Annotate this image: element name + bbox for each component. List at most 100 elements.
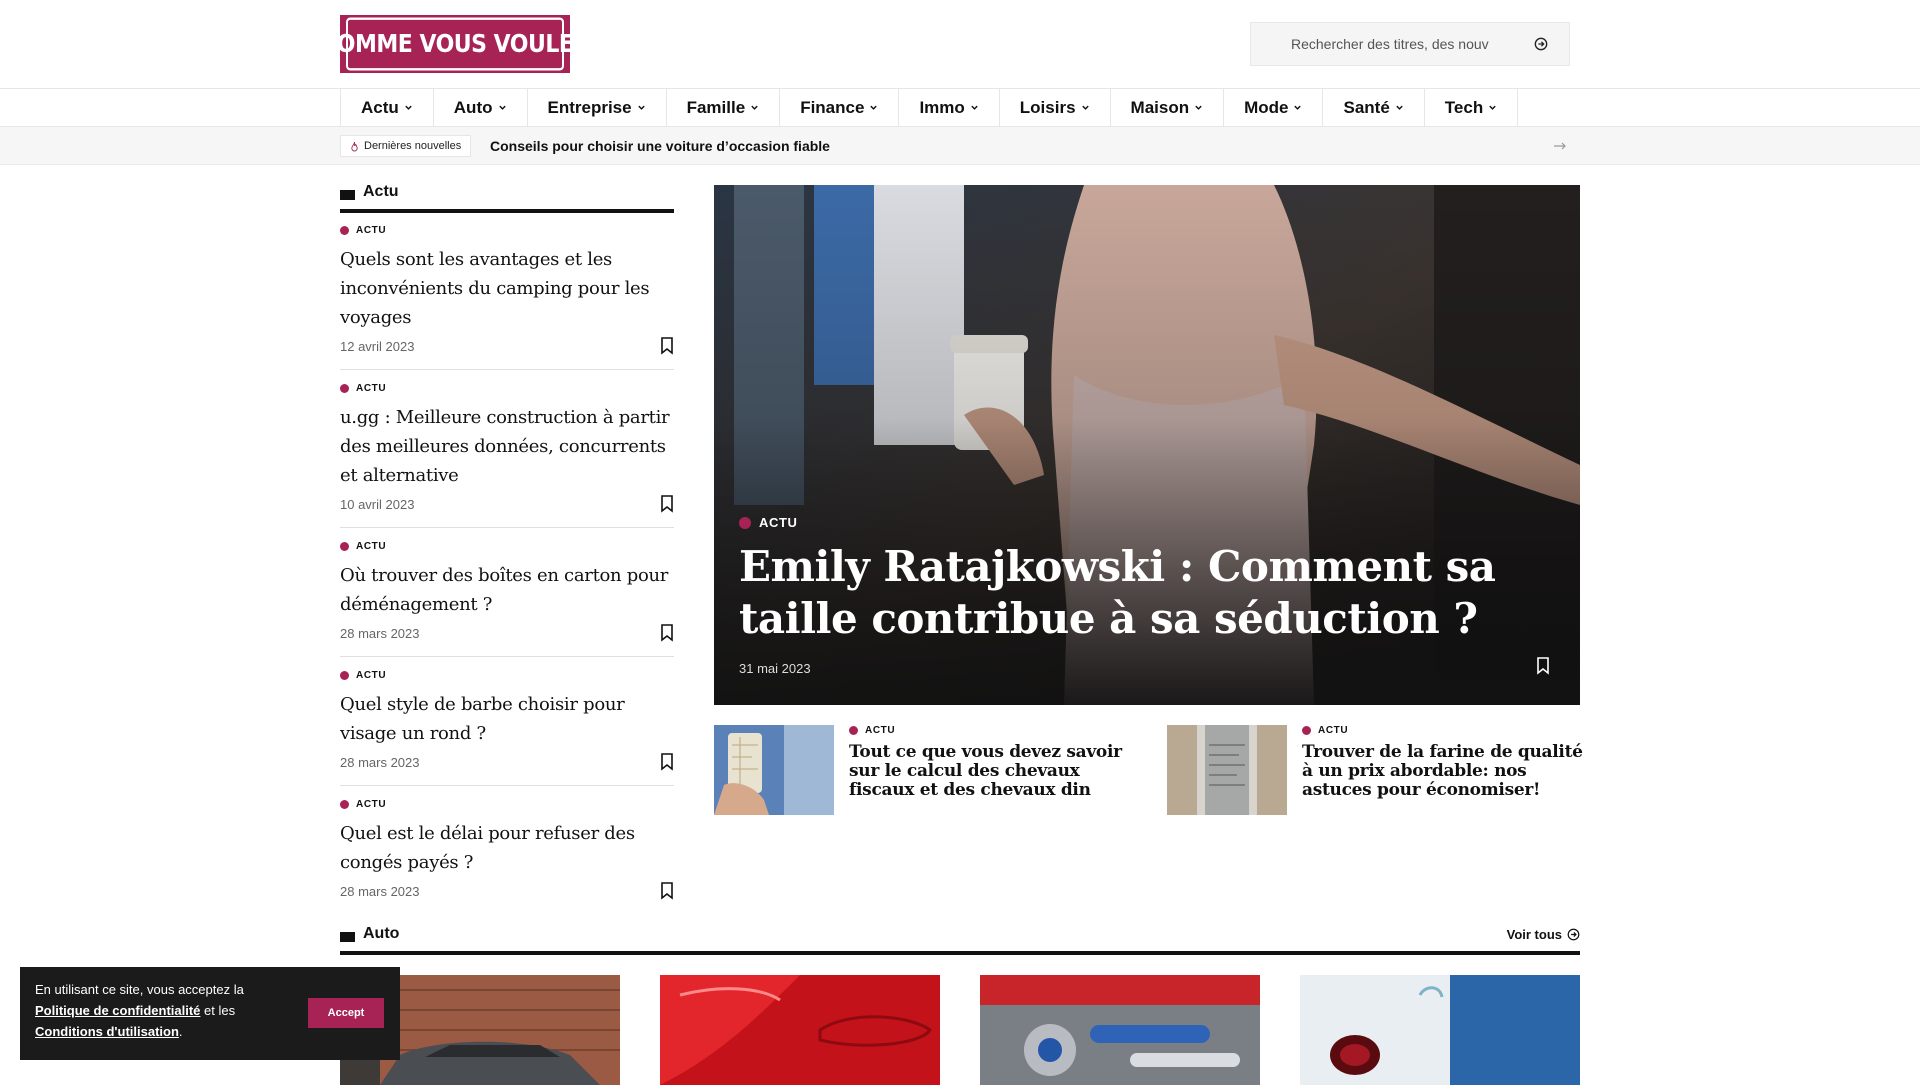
nav-item-famille[interactable]: Famille [667,89,781,126]
nav-item-label: Loisirs [1019,97,1076,117]
chevron-down-icon [498,105,506,110]
nav-item-mode[interactable]: Mode [1224,89,1324,126]
list-item: ACTU Quels sont les avantages et les inc… [340,225,674,370]
nav-item-immo[interactable]: Immo [899,89,1000,126]
bookmark-icon[interactable] [660,882,674,900]
site-logo[interactable]: COMME VOUS VOULEZ [321,15,589,73]
auto-article-image[interactable] [1300,975,1580,1085]
bookmark-icon[interactable] [1536,657,1550,675]
article-date: 10 avril 2023 [340,496,415,512]
article-title[interactable]: Quel est le délai pour refuser des congé… [340,819,674,877]
white-car-image [1300,975,1580,1085]
nav-item-label: Immo [919,97,965,117]
auto-article-image[interactable] [660,975,940,1085]
badge-label: Dernières nouvelles [364,140,462,152]
logo-text: COMME VOUS VOULEZ [321,17,589,71]
see-all-label: Voir tous [1506,927,1562,942]
category-label: ACTU [1318,725,1349,736]
arrow-circle-right-icon [1534,37,1548,51]
category-tag[interactable]: ACTU [340,225,674,236]
phone-map-image [714,725,834,815]
nav-item-tech[interactable]: Tech [1425,89,1519,126]
auto-article-image[interactable] [980,975,1260,1085]
section-title: Auto [363,925,400,942]
card-title[interactable]: Tout ce que vous devez savoir sur le cal… [849,743,1139,800]
accept-cookies-button[interactable]: Accept [308,998,384,1028]
hero-article[interactable]: ACTU Emily Ratajkowski : Comment sa tail… [714,185,1580,705]
chevron-down-icon [1195,105,1202,110]
nav-item-maison[interactable]: Maison [1111,89,1225,126]
article-date: 28 mars 2023 [340,883,420,899]
category-tag[interactable]: ACTU [340,799,674,810]
category-dot [1302,726,1311,735]
nav-item-entreprise[interactable]: Entreprise [528,89,667,126]
flame-icon [351,141,358,151]
actu-article-list: ACTU Quels sont les avantages et les inc… [340,225,674,927]
category-dot [340,226,349,235]
arrow-circle-right-icon [1567,928,1580,941]
hero-title[interactable]: Emily Ratajkowski : Comment sa taille co… [739,541,1559,645]
privacy-policy-link[interactable]: Politique de confidentialité [35,1003,200,1018]
main-nav-bar: Actu Auto Entreprise Famille Finance Imm… [0,88,1920,127]
arrow-right-icon [1554,142,1566,150]
nav-item-label: Maison [1130,97,1190,117]
news-ticker: Dernières nouvelles Conseils pour choisi… [0,127,1920,165]
list-item: ACTU Où trouver des boîtes en carton pou… [340,541,674,657]
nav-item-label: Actu [361,97,399,117]
bookmark-icon[interactable] [660,495,674,513]
bookmark-icon[interactable] [660,337,674,355]
card-thumbnail[interactable] [1167,725,1287,815]
category-label: ACTU [759,515,798,530]
nav-item-auto[interactable]: Auto [434,89,528,126]
category-tag[interactable]: ACTU [340,670,674,681]
category-tag[interactable]: ACTU [739,515,798,530]
bookmark-icon[interactable] [660,753,674,771]
card-title[interactable]: Trouver de la farine de qualité à un pri… [1302,743,1592,800]
chevron-down-icon [971,105,978,110]
nav-item-label: Mode [1244,97,1289,117]
category-tag[interactable]: ACTU [340,541,674,552]
chevron-down-icon [405,105,412,110]
chevron-down-icon [1294,105,1302,110]
cookie-text-middle: et les [204,1003,236,1018]
cookie-text: En utilisant ce site, vous acceptez la P… [35,979,260,1042]
nav-item-finance[interactable]: Finance [780,89,900,126]
category-tag[interactable]: ACTU [849,725,895,736]
chevron-down-icon [751,105,758,110]
nav-item-sante[interactable]: Santé [1323,89,1425,126]
nav-item-label: Famille [686,97,746,117]
article-card: ACTU Tout ce que vous devez savoir sur l… [714,725,1134,815]
category-dot [739,516,751,529]
nav-item-actu[interactable]: Actu [341,89,434,126]
article-title[interactable]: u.gg : Meilleure construction à partir d… [340,403,674,490]
terms-link[interactable]: Conditions d'utilisation [35,1024,179,1039]
nav-item-label: Entreprise [547,97,632,117]
article-date: 28 mars 2023 [340,754,420,770]
list-item: ACTU Quel style de barbe choisir pour vi… [340,670,674,786]
category-label: ACTU [356,541,387,552]
bookmark-icon[interactable] [660,624,674,642]
category-label: ACTU [356,799,387,810]
article-title[interactable]: Où trouver des boîtes en carton pour dém… [340,561,674,619]
category-label: ACTU [356,225,387,236]
chevron-down-icon [1489,105,1496,110]
auto-section-header: Auto Voir tous [340,925,1580,955]
ticker-headline[interactable]: Conseils pour choisir une voiture d’occa… [490,127,830,165]
category-dot [340,800,349,809]
category-dot [340,542,349,551]
card-thumbnail[interactable] [714,725,834,815]
search-submit-button[interactable] [1521,23,1561,65]
category-tag[interactable]: ACTU [1302,725,1348,736]
nav-item-loisirs[interactable]: Loisirs [1000,89,1111,126]
category-dot [340,384,349,393]
main-nav: Actu Auto Entreprise Famille Finance Imm… [340,89,1519,126]
chevron-down-icon [870,105,878,110]
see-all-link[interactable]: Voir tous [1507,927,1580,942]
latest-news-badge: Dernières nouvelles [340,135,472,157]
ticker-next-button[interactable] [1550,136,1570,156]
cookie-banner: En utilisant ce site, vous acceptez la P… [20,967,400,1060]
search-input[interactable] [1251,35,1521,53]
article-title[interactable]: Quel style de barbe choisir pour visage … [340,690,674,748]
category-tag[interactable]: ACTU [340,383,674,394]
article-title[interactable]: Quels sont les avantages et les inconvén… [340,245,674,332]
